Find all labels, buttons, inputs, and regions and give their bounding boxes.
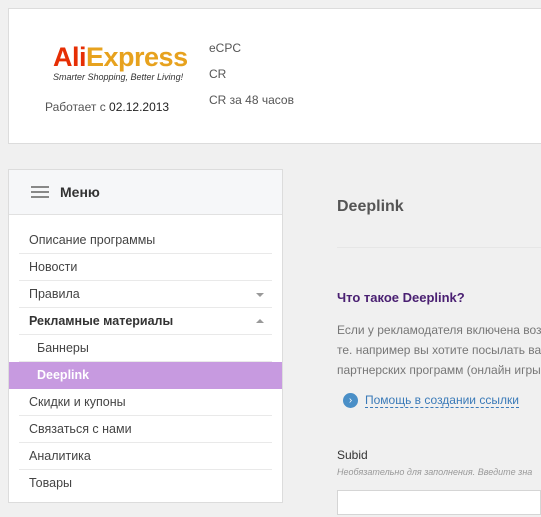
sidebar-item-rules[interactable]: Правила: [19, 281, 272, 308]
logo-tagline: Smarter Shopping, Better Living!: [53, 72, 184, 82]
menu-list: Описание программы Новости Правила Рекла…: [9, 215, 282, 497]
sidebar-item-label: Товары: [29, 476, 72, 490]
stat-ecpc: eCPC: [209, 41, 242, 55]
description-line: те. например вы хотите посылать ва: [337, 343, 541, 357]
sidebar-item-label: Описание программы: [29, 233, 156, 247]
sidebar-item-label: Баннеры: [37, 341, 89, 355]
sidebar-item-label: Связаться с нами: [29, 422, 132, 436]
sidebar-item-label: Новости: [29, 260, 78, 274]
chevron-right-circle-icon: ›: [343, 393, 358, 408]
divider: [337, 247, 541, 248]
sidebar-item-coupons[interactable]: Скидки и купоны: [19, 389, 272, 416]
page-title: Deeplink: [337, 198, 404, 215]
section-heading: Что такое Deeplink?: [337, 290, 465, 305]
sidebar-item-products[interactable]: Товары: [19, 470, 272, 497]
stat-cr-48h: CR за 48 часов: [209, 93, 294, 107]
stat-cr: CR: [209, 67, 227, 81]
program-header-card: AliExpress Smarter Shopping, Better Livi…: [8, 8, 541, 144]
sidebar-item-label: Аналитика: [29, 449, 91, 463]
description-line: партнерских программ (онлайн игры: [337, 363, 541, 377]
sidebar-item-label: Deeplink: [37, 368, 90, 382]
menu-icon: [31, 186, 49, 198]
description-text: Если у рекламодателя включена воз те. на…: [337, 320, 541, 380]
sidebar-item-deeplink[interactable]: Deeplink: [9, 362, 282, 389]
sidebar-item-label: Рекламные материалы: [29, 314, 174, 328]
chevron-up-icon: [256, 319, 264, 323]
sidebar-item-label: Скидки и купоны: [29, 395, 126, 409]
sidebar-item-news[interactable]: Новости: [19, 254, 272, 281]
subid-hint: Необязательно для заполнения. Введите зн…: [337, 467, 533, 477]
description-line: Если у рекламодателя включена воз: [337, 323, 541, 337]
sidebar-item-banners[interactable]: Баннеры: [19, 335, 272, 362]
aliexpress-logo: AliExpress Smarter Shopping, Better Livi…: [53, 42, 188, 82]
program-stats: eCPC CR CR за 48 часов: [209, 40, 294, 118]
help-link[interactable]: Помощь в создании ссылки: [365, 393, 519, 408]
sidebar-item-description[interactable]: Описание программы: [19, 227, 272, 254]
since-date: 02.12.2013: [109, 100, 170, 114]
works-since: Работает с 02.12.2013: [45, 100, 169, 114]
sidebar-item-ad-materials[interactable]: Рекламные материалы: [19, 308, 272, 335]
subid-label: Subid: [337, 448, 368, 462]
sidebar-menu: Меню Описание программы Новости Правила …: [8, 169, 283, 503]
sidebar-item-analytics[interactable]: Аналитика: [19, 443, 272, 470]
chevron-down-icon: [256, 293, 264, 297]
logo-secondary: Express: [86, 42, 188, 72]
subid-input[interactable]: [337, 490, 541, 515]
since-label: Работает с: [45, 100, 106, 114]
logo-primary: Ali: [53, 42, 87, 72]
menu-title: Меню: [60, 184, 100, 200]
menu-header: Меню: [9, 170, 282, 215]
sidebar-item-label: Правила: [29, 287, 80, 301]
sidebar-item-contact[interactable]: Связаться с нами: [19, 416, 272, 443]
help-link-row[interactable]: › Помощь в создании ссылки: [343, 393, 519, 408]
